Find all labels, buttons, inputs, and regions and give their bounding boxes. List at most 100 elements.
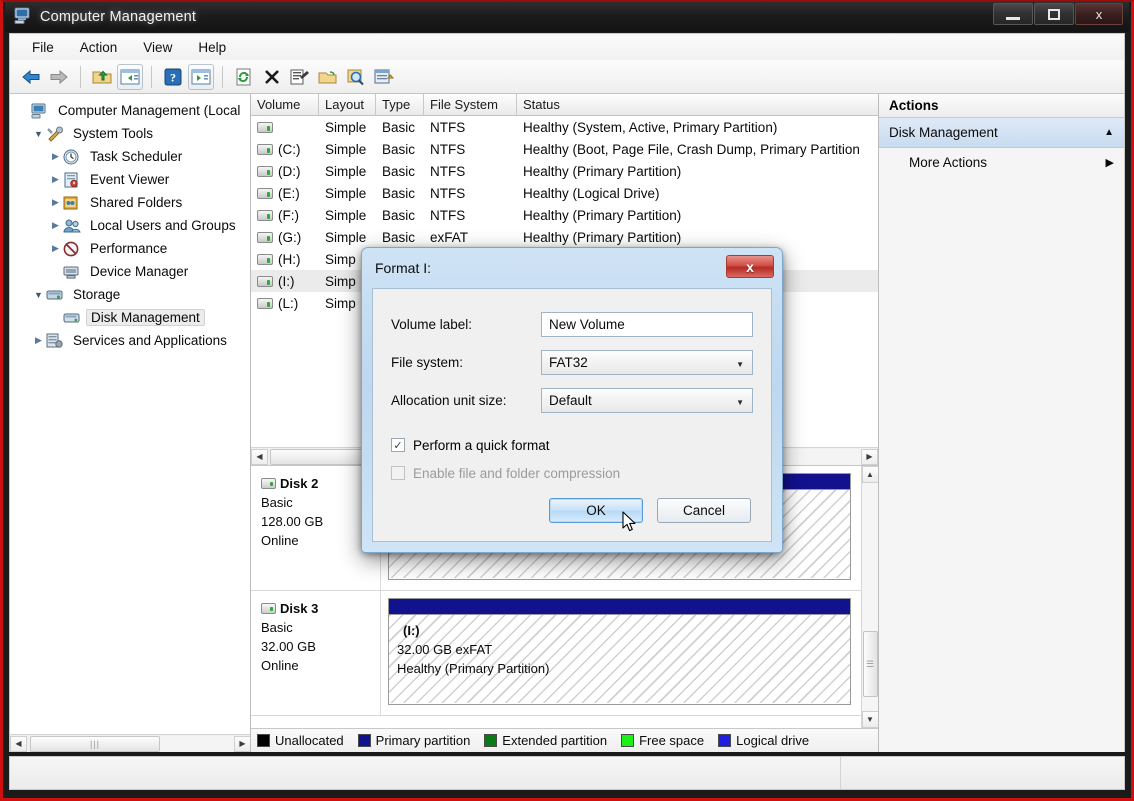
tree-item-system-tools[interactable]: ▼ System Tools bbox=[14, 122, 250, 145]
show-hide-actions-icon[interactable] bbox=[188, 63, 214, 90]
legend-item-primary-partition: Primary partition bbox=[357, 733, 470, 748]
table-row[interactable]: (D:) Simple Basic NTFS Healthy (Primary … bbox=[251, 160, 878, 182]
export-list-icon[interactable] bbox=[371, 64, 397, 90]
scroll-left-arrow-icon[interactable]: ◀ bbox=[251, 448, 268, 465]
column-header-file-system[interactable]: File System bbox=[424, 94, 517, 115]
minimize-button[interactable] bbox=[993, 3, 1033, 25]
tree-item-computer-management[interactable]: Computer Management (Local bbox=[14, 99, 250, 122]
table-row[interactable]: (E:) Simple Basic NTFS Healthy (Logical … bbox=[251, 182, 878, 204]
tree-item-services-and-applications[interactable]: ▶ Services and Applications bbox=[14, 329, 250, 352]
menu-action[interactable]: Action bbox=[68, 37, 130, 58]
column-header-type[interactable]: Type bbox=[376, 94, 424, 115]
actions-header: Actions bbox=[879, 94, 1124, 118]
cell-file-system: exFAT bbox=[430, 229, 469, 245]
expander-closed-icon[interactable]: ▶ bbox=[48, 151, 63, 162]
expander-closed-icon[interactable]: ▶ bbox=[48, 174, 63, 185]
partition-block[interactable]: (I:) 32.00 GB exFAT Healthy (Primary Par… bbox=[388, 598, 851, 705]
cell-file-system: NTFS bbox=[430, 119, 466, 135]
dialog-close-button[interactable]: x bbox=[726, 255, 774, 278]
quick-format-checkbox[interactable]: ✓ bbox=[391, 438, 405, 452]
tree-horizontal-scrollbar[interactable]: ◀ ||| ▶ bbox=[10, 734, 250, 752]
delete-icon[interactable] bbox=[259, 64, 285, 90]
show-hide-tree-icon[interactable] bbox=[117, 63, 143, 90]
column-header-status[interactable]: Status bbox=[517, 94, 878, 115]
partition-label: (I:) bbox=[403, 623, 420, 638]
up-folder-icon[interactable] bbox=[89, 64, 115, 90]
back-icon[interactable] bbox=[18, 64, 44, 90]
scroll-left-arrow-icon[interactable]: ◀ bbox=[10, 735, 27, 752]
cell-layout: Simple bbox=[325, 141, 367, 157]
volume-label-value: New Volume bbox=[549, 316, 625, 332]
quick-format-label: Perform a quick format bbox=[413, 437, 550, 453]
cell-volume: (L:) bbox=[278, 295, 299, 311]
tree-item-device-manager[interactable]: Device Manager bbox=[14, 260, 250, 283]
device-manager-icon bbox=[63, 264, 81, 280]
table-row[interactable]: Simple Basic NTFS Healthy (System, Activ… bbox=[251, 116, 878, 138]
cell-file-system: NTFS bbox=[430, 141, 466, 157]
expander-open-icon[interactable]: ▼ bbox=[31, 290, 46, 300]
expander-closed-icon[interactable]: ▶ bbox=[48, 197, 63, 208]
tree-item-label: Computer Management (Local bbox=[58, 103, 241, 118]
table-row[interactable]: (C:) Simple Basic NTFS Healthy (Boot, Pa… bbox=[251, 138, 878, 160]
properties-icon[interactable] bbox=[287, 64, 313, 90]
search-icon[interactable] bbox=[343, 64, 369, 90]
graph-scroll-thumb[interactable]: ☰ bbox=[862, 631, 878, 697]
toolbar-separator-2 bbox=[151, 65, 152, 88]
graph-scroll-track-bottom[interactable] bbox=[861, 697, 878, 711]
chevron-up-icon[interactable]: ▲ bbox=[1104, 127, 1114, 138]
tree-item-event-viewer[interactable]: ▶ Event Viewer bbox=[14, 168, 250, 191]
cell-layout: Simple bbox=[325, 207, 367, 223]
tree-scroll-track[interactable] bbox=[160, 735, 234, 752]
refresh-icon[interactable] bbox=[231, 64, 257, 90]
menu-help[interactable]: Help bbox=[186, 37, 238, 58]
checkbox-row-enable-compression: Enable file and folder compression bbox=[391, 459, 753, 487]
open-folder-icon[interactable] bbox=[315, 64, 341, 90]
actions-group-disk-management[interactable]: Disk Management ▲ bbox=[879, 118, 1124, 148]
performance-icon bbox=[63, 241, 81, 257]
chevron-down-icon[interactable]: ▼ bbox=[736, 398, 744, 407]
chevron-right-icon[interactable]: ▶ bbox=[1106, 156, 1114, 169]
scroll-right-arrow-icon[interactable]: ▶ bbox=[861, 448, 878, 465]
expander-closed-icon[interactable]: ▶ bbox=[48, 220, 63, 231]
tree-item-storage[interactable]: ▼ Storage bbox=[14, 283, 250, 306]
cancel-button[interactable]: Cancel bbox=[657, 498, 751, 523]
expander-closed-icon[interactable]: ▶ bbox=[31, 335, 46, 346]
file-system-select[interactable]: FAT32 ▼ bbox=[541, 349, 753, 375]
column-header-layout[interactable]: Layout bbox=[319, 94, 376, 115]
table-row[interactable]: (G:) Simple Basic exFAT Healthy (Primary… bbox=[251, 226, 878, 248]
chevron-down-icon[interactable]: ▼ bbox=[736, 360, 744, 369]
tree-item-disk-management[interactable]: Disk Management bbox=[14, 306, 250, 329]
console-tree-pane: Computer Management (Local ▼ System Tool… bbox=[10, 94, 251, 752]
expander-closed-icon[interactable]: ▶ bbox=[48, 243, 63, 254]
checkbox-row-quick-format[interactable]: ✓ Perform a quick format bbox=[391, 431, 753, 459]
graph-scroll-track-top[interactable] bbox=[861, 483, 878, 631]
menu-file[interactable]: File bbox=[20, 37, 66, 58]
expander-open-icon[interactable]: ▼ bbox=[31, 129, 46, 139]
cell-volume: (D:) bbox=[278, 163, 301, 179]
disk-row-3[interactable]: Disk 3 Basic 32.00 GB Online (I:) 32.00 … bbox=[251, 591, 861, 716]
graph-vertical-scrollbar[interactable]: ▲ ☰ ▼ bbox=[861, 466, 878, 728]
table-row[interactable]: (F:) Simple Basic NTFS Healthy (Primary … bbox=[251, 204, 878, 226]
column-header-volume[interactable]: Volume bbox=[251, 94, 319, 115]
partition-area: (I:) 32.00 GB exFAT Healthy (Primary Par… bbox=[381, 591, 861, 715]
scroll-up-arrow-icon[interactable]: ▲ bbox=[861, 466, 878, 483]
maximize-button[interactable] bbox=[1034, 3, 1074, 25]
scroll-down-arrow-icon[interactable]: ▼ bbox=[861, 711, 878, 728]
scroll-right-arrow-icon[interactable]: ▶ bbox=[234, 735, 250, 752]
menu-view[interactable]: View bbox=[131, 37, 184, 58]
tree-scroll-thumb[interactable]: ||| bbox=[30, 735, 160, 752]
tree-item-label: Disk Management bbox=[86, 309, 205, 326]
tree-item-shared-folders[interactable]: ▶ Shared Folders bbox=[14, 191, 250, 214]
tree-item-local-users-and-groups[interactable]: ▶ Local Users and Groups bbox=[14, 214, 250, 237]
tree-item-performance[interactable]: ▶ Performance bbox=[14, 237, 250, 260]
volume-label-input[interactable]: New Volume bbox=[541, 311, 753, 337]
users-icon bbox=[63, 218, 81, 234]
allocation-unit-size-select[interactable]: Default ▼ bbox=[541, 387, 753, 413]
forward-icon[interactable] bbox=[46, 64, 72, 90]
tree-item-task-scheduler[interactable]: ▶ Task Scheduler bbox=[14, 145, 250, 168]
actions-item-more-actions[interactable]: More Actions ▶ bbox=[879, 148, 1124, 176]
close-button[interactable]: x bbox=[1075, 3, 1123, 25]
disk-label: Disk 2 bbox=[280, 476, 319, 491]
help-icon[interactable]: ? bbox=[160, 64, 186, 90]
legend-swatch bbox=[484, 734, 498, 747]
